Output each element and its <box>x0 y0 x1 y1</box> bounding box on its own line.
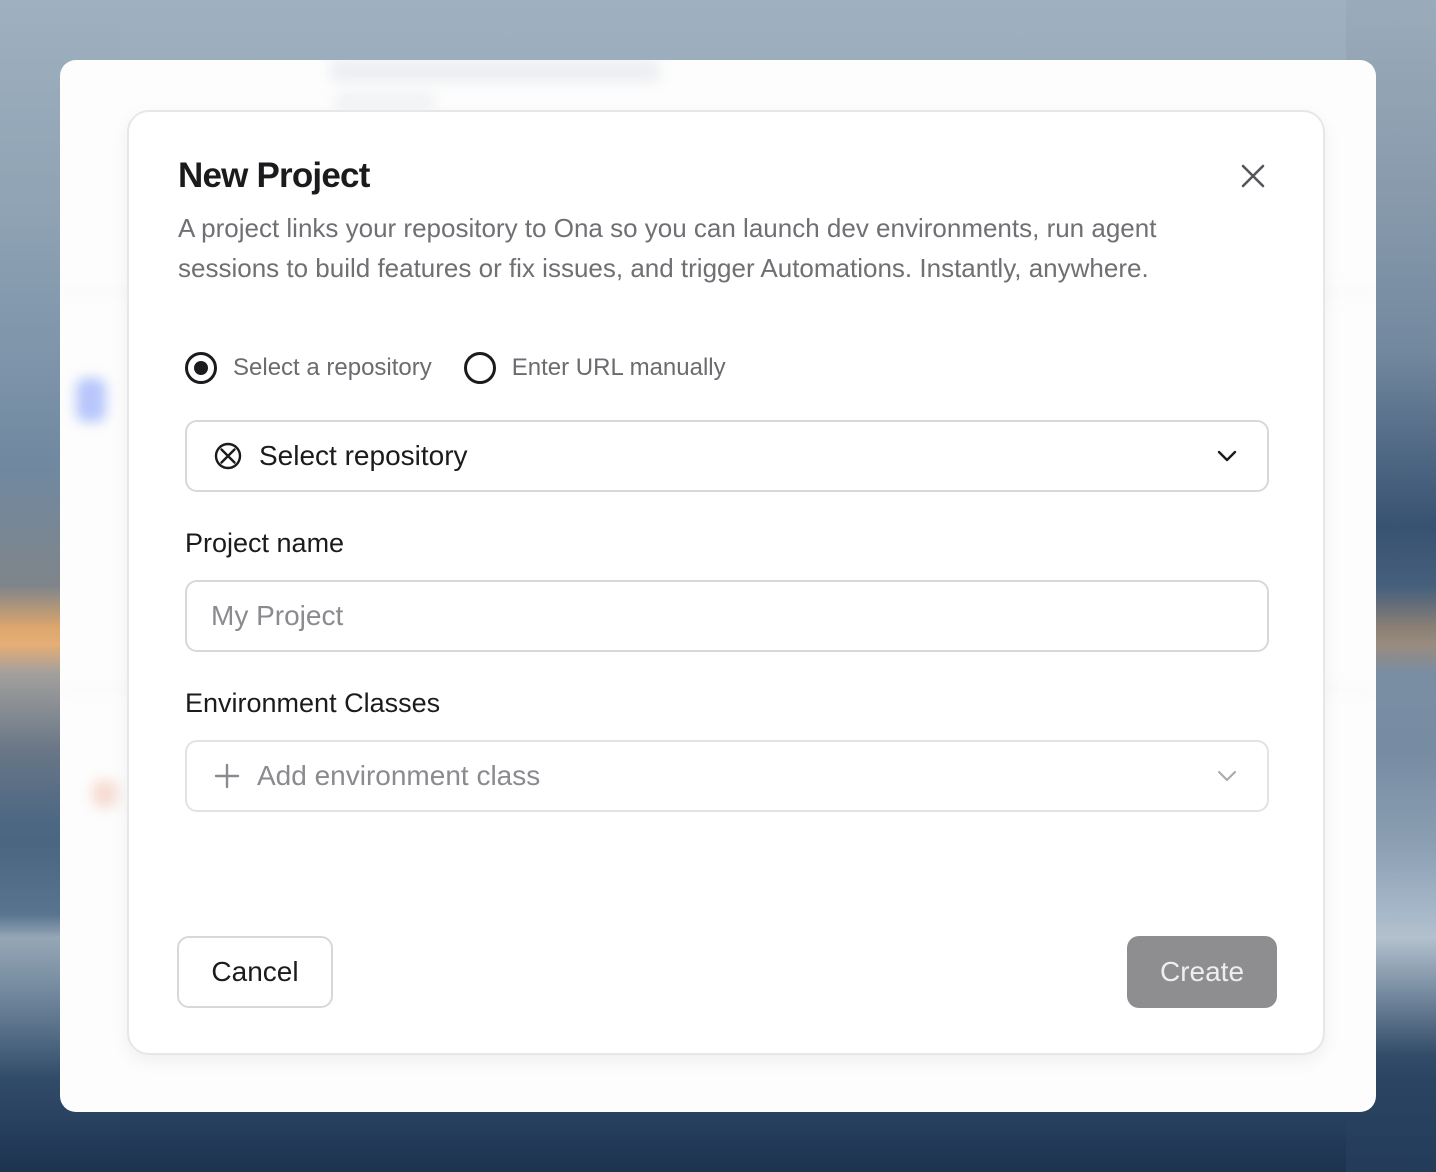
radio-enter-url-manually[interactable]: Enter URL manually <box>463 352 726 384</box>
add-environment-class-placeholder: Add environment class <box>257 760 541 791</box>
plus-icon <box>214 763 240 789</box>
dialog-description: A project links your repository to Ona s… <box>178 213 1157 283</box>
radio-label: Select a repository <box>233 354 432 381</box>
create-button[interactable]: Create <box>1127 936 1277 1008</box>
chevron-down-icon <box>1217 450 1237 462</box>
chevron-down-icon <box>1218 771 1236 781</box>
radio-button-unchecked[interactable] <box>463 352 496 384</box>
project-name-input[interactable] <box>185 580 1269 652</box>
repository-select[interactable]: Select repository <box>185 420 1269 492</box>
close-icon <box>1241 164 1265 188</box>
close-button[interactable] <box>1235 158 1271 194</box>
blurred-background-content <box>330 60 660 82</box>
radio-button-checked[interactable] <box>185 352 217 384</box>
repository-icon <box>214 442 242 470</box>
new-project-dialog: New Project A project links your reposit… <box>127 110 1325 1055</box>
add-environment-class-select[interactable]: Add environment class <box>185 740 1269 812</box>
blurred-sidebar-item <box>92 780 118 808</box>
repository-select-value: Select repository <box>259 440 468 471</box>
environment-classes-label: Environment Classes <box>185 688 441 718</box>
blurred-background-content <box>335 94 435 108</box>
project-name-label: Project name <box>185 528 345 558</box>
radio-select-repository[interactable]: Select a repository <box>185 352 432 384</box>
repository-source-radio-group: Select a repository Enter URL manually <box>185 350 726 386</box>
radio-dot <box>194 361 208 375</box>
radio-label: Enter URL manually <box>511 354 726 381</box>
blurred-sidebar-item <box>76 378 106 422</box>
cancel-button[interactable]: Cancel <box>177 936 333 1008</box>
dialog-title: New Project <box>178 156 370 195</box>
